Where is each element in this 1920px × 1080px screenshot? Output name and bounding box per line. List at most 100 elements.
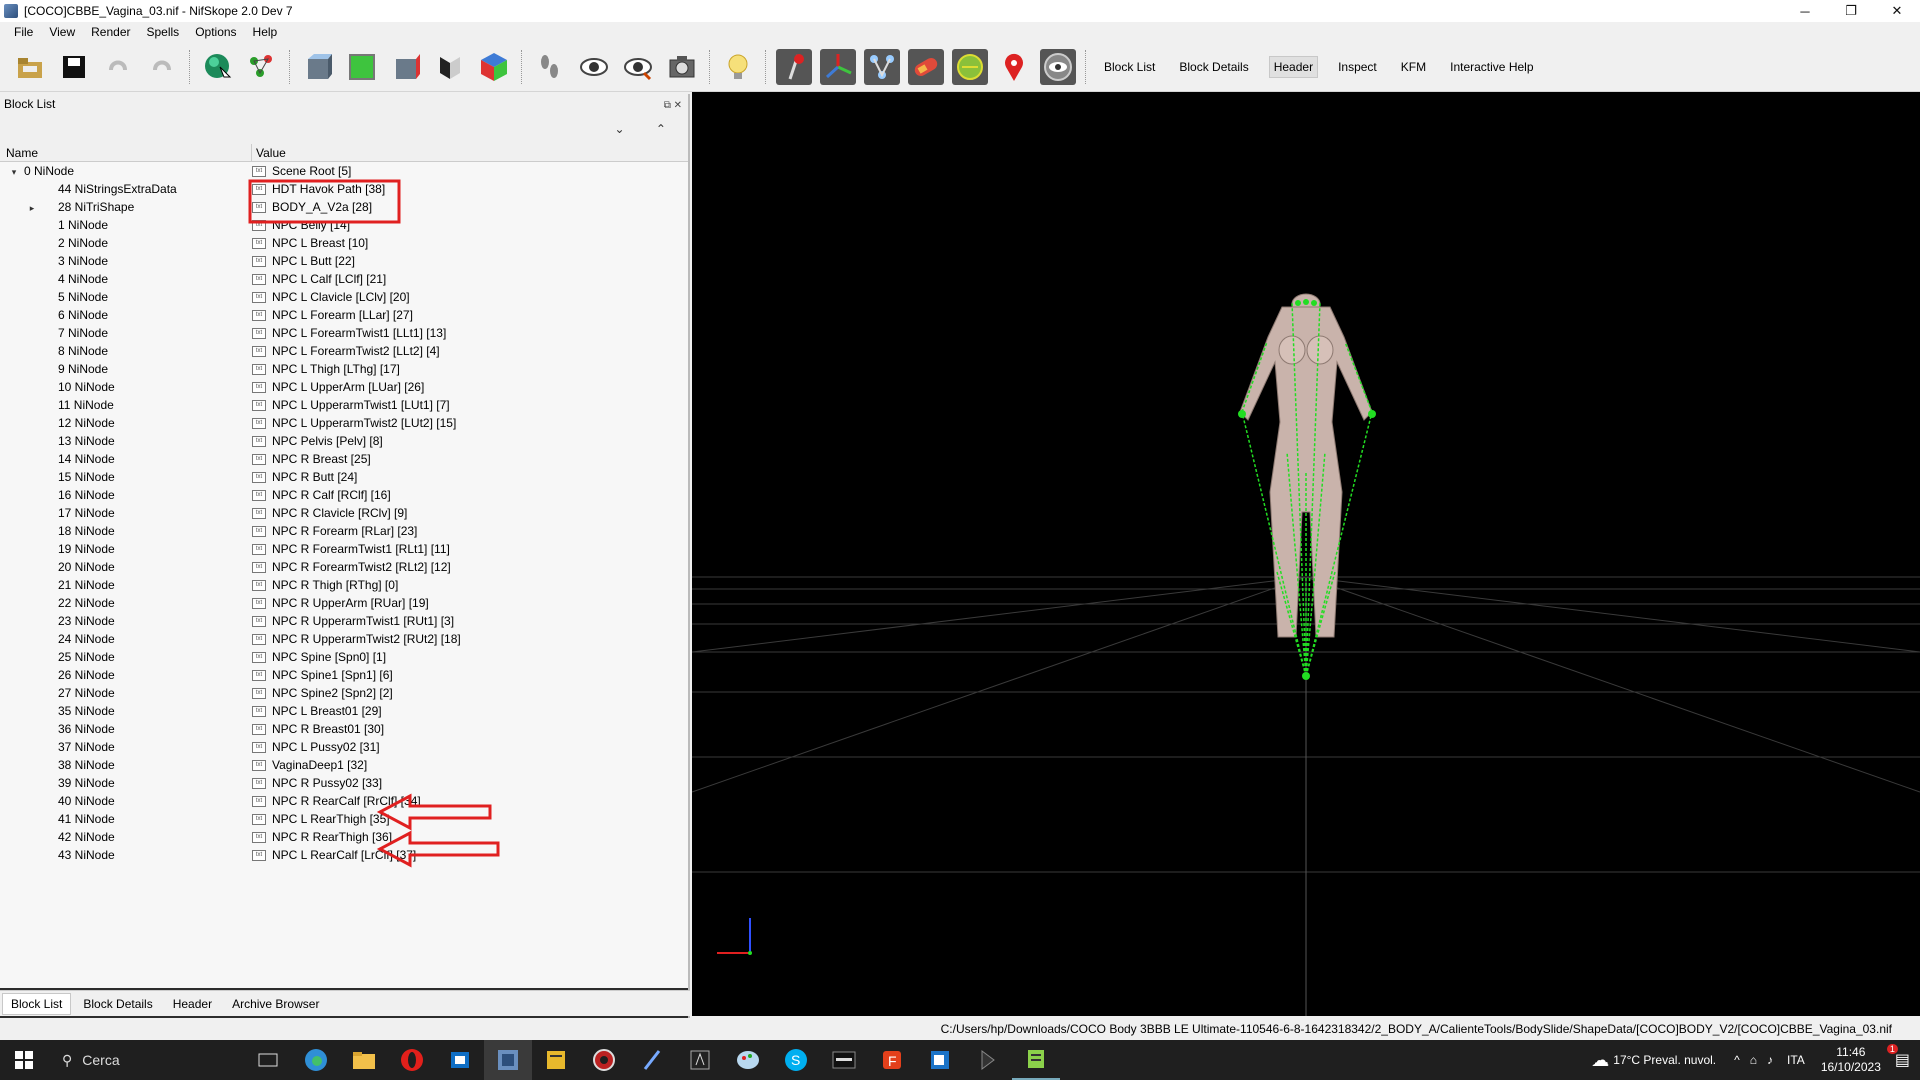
redo-icon[interactable]: [144, 49, 180, 85]
lighting-icon[interactable]: [720, 49, 756, 85]
menu-spells[interactable]: Spells: [139, 25, 188, 39]
column-header-name[interactable]: Name: [0, 144, 252, 161]
show-nodes-icon[interactable]: [776, 48, 812, 85]
outlook-app-icon[interactable]: [916, 1040, 964, 1080]
bottom-tab-block-list[interactable]: Block List: [2, 992, 72, 1015]
expand-arrow-icon[interactable]: ▾: [8, 167, 20, 178]
network-icon[interactable]: ⌂: [1750, 1053, 1757, 1067]
tree-row[interactable]: 4 NiNode txt NPC L Calf [LClf] [21]: [0, 270, 688, 288]
nifskope-taskbar-icon[interactable]: [484, 1040, 532, 1080]
tree-row[interactable]: 9 NiNode txt NPC L Thigh [LThg] [17]: [0, 360, 688, 378]
language-indicator[interactable]: ITA: [1787, 1053, 1805, 1067]
paint-app-icon[interactable]: [724, 1040, 772, 1080]
tree-row[interactable]: 43 NiNode txt NPC L RearCalf [LrClf] [37]: [0, 846, 688, 864]
tree-row[interactable]: 3 NiNode txt NPC L Butt [22]: [0, 252, 688, 270]
menu-view[interactable]: View: [41, 25, 83, 39]
bottom-tab-archive-browser[interactable]: Archive Browser: [224, 994, 327, 1014]
tree-row[interactable]: 20 NiNode txt NPC R ForearmTwist2 [RLt2] […: [0, 558, 688, 576]
skype-app-icon[interactable]: S: [772, 1040, 820, 1080]
tree-row[interactable]: 39 NiNode txt NPC R Pussy02 [33]: [0, 774, 688, 792]
bottom-tab-block-details[interactable]: Block Details: [75, 994, 160, 1014]
terminal-app-icon[interactable]: [820, 1040, 868, 1080]
select-vertex-icon[interactable]: [244, 49, 280, 85]
feather-app-icon[interactable]: [628, 1040, 676, 1080]
walk-mode-icon[interactable]: [532, 49, 568, 85]
tree-row[interactable]: 36 NiNode txt NPC R Breast01 [30]: [0, 720, 688, 738]
view-flip-icon[interactable]: [432, 49, 468, 85]
tree-row[interactable]: 8 NiNode txt NPC L ForearmTwist2 [LLt2] [4…: [0, 342, 688, 360]
menu-render[interactable]: Render: [83, 25, 138, 39]
toolbar-tab-inspect[interactable]: Inspect: [1334, 57, 1381, 77]
opera-browser-icon[interactable]: [388, 1040, 436, 1080]
dock-buttons[interactable]: ⧉ ✕: [664, 96, 682, 116]
tree-row[interactable]: 27 NiNode txt NPC Spine2 [Spn2] [2]: [0, 684, 688, 702]
tree-row[interactable]: 10 NiNode txt NPC L UpperArm [LUar] [26]: [0, 378, 688, 396]
save-file-icon[interactable]: [56, 49, 92, 85]
tree-row[interactable]: 13 NiNode txt NPC Pelvis [Pelv] [8]: [0, 432, 688, 450]
tree-row[interactable]: 26 NiNode txt NPC Spine1 [Spn1] [6]: [0, 666, 688, 684]
toolbar-tab-header[interactable]: Header: [1268, 55, 1319, 78]
select-object-icon[interactable]: [200, 49, 236, 85]
show-markers-icon[interactable]: [620, 49, 656, 85]
tree-row[interactable]: 5 NiNode txt NPC L Clavicle [LClv] [20]: [0, 288, 688, 306]
show-hidden-objects-icon[interactable]: [1040, 48, 1076, 85]
tree-row[interactable]: 35 NiNode txt NPC L Breast01 [29]: [0, 702, 688, 720]
tree-row[interactable]: 16 NiNode txt NPC R Calf [RClf] [16]: [0, 486, 688, 504]
tree-row[interactable]: 40 NiNode txt NPC R RearCalf [RrClf] [34]: [0, 792, 688, 810]
undo-icon[interactable]: [100, 49, 136, 85]
file-explorer-icon[interactable]: [340, 1040, 388, 1080]
tree-row[interactable]: 15 NiNode txt NPC R Butt [24]: [0, 468, 688, 486]
edge-browser-icon[interactable]: [292, 1040, 340, 1080]
toolbar-tab-block-details[interactable]: Block Details: [1175, 57, 1252, 77]
show-havok-icon[interactable]: [908, 48, 944, 85]
tree-row[interactable]: 22 NiNode txt NPC R UpperArm [RUar] [19]: [0, 594, 688, 612]
settings-app-icon[interactable]: [580, 1040, 628, 1080]
tree-row[interactable]: 24 NiNode txt NPC R UpperarmTwist2 [RUt2] …: [0, 630, 688, 648]
tray-overflow-icon[interactable]: ^: [1734, 1053, 1740, 1067]
view-user-icon[interactable]: [476, 49, 512, 85]
tree-row[interactable]: 42 NiNode txt NPC R RearThigh [36]: [0, 828, 688, 846]
sticky-notes-icon[interactable]: [532, 1040, 580, 1080]
menu-help[interactable]: Help: [245, 25, 286, 39]
weather-text[interactable]: 17°C Preval. nuvol.: [1613, 1053, 1716, 1067]
bottom-tab-header[interactable]: Header: [165, 994, 220, 1014]
tree-row[interactable]: 21 NiNode txt NPC R Thigh [RThg] [0]: [0, 576, 688, 594]
notification-center-icon[interactable]: ▤ 1: [1886, 1044, 1910, 1070]
tree-row[interactable]: 25 NiNode txt NPC Spine [Spn0] [1]: [0, 648, 688, 666]
expand-collapse-buttons[interactable]: ⌄ ⌃: [615, 122, 680, 136]
screenshot-icon[interactable]: [664, 49, 700, 85]
tree-row[interactable]: 6 NiNode txt NPC L Forearm [LLar] [27]: [0, 306, 688, 324]
tree-row[interactable]: 44 NiStringsExtraData txt HDT Havok Path […: [0, 180, 688, 198]
tree-row[interactable]: 38 NiNode txt VaginaDeep1 [32]: [0, 756, 688, 774]
chess-app-icon[interactable]: [676, 1040, 724, 1080]
show-markers-pin-icon[interactable]: [996, 49, 1032, 85]
tree-row[interactable]: 1 NiNode txt NPC Belly [14]: [0, 216, 688, 234]
3d-viewport[interactable]: [692, 92, 1920, 1016]
toolbar-tab-interactive-help[interactable]: Interactive Help: [1446, 57, 1537, 77]
windows-start-icon[interactable]: [0, 1040, 48, 1080]
volume-icon[interactable]: ♪: [1767, 1053, 1773, 1067]
show-skeleton-icon[interactable]: [864, 48, 900, 85]
close-button[interactable]: ✕: [1874, 0, 1920, 22]
tree-row[interactable]: 11 NiNode txt NPC L UpperarmTwist1 [LUt1] …: [0, 396, 688, 414]
tree-row[interactable]: 12 NiNode txt NPC L UpperarmTwist2 [LUt2] …: [0, 414, 688, 432]
clock[interactable]: 11:46 16/10/2023: [1821, 1045, 1881, 1075]
restore-button[interactable]: ❐: [1828, 0, 1874, 22]
show-axes-icon[interactable]: [820, 48, 856, 85]
tree-row[interactable]: 14 NiNode txt NPC R Breast [25]: [0, 450, 688, 468]
menu-file[interactable]: File: [6, 25, 41, 39]
tree-row[interactable]: ▾ 0 NiNode txt Scene Root [5]: [0, 162, 688, 180]
notepad-app-icon[interactable]: [1012, 1040, 1060, 1080]
store-app-icon[interactable]: [436, 1040, 484, 1080]
tree-row[interactable]: 17 NiNode txt NPC R Clavicle [RClv] [9]: [0, 504, 688, 522]
column-header-value[interactable]: Value: [252, 144, 688, 161]
view-side-icon[interactable]: [388, 49, 424, 85]
expand-arrow-icon[interactable]: ▸: [26, 203, 38, 214]
task-view-icon[interactable]: [244, 1040, 292, 1080]
minimize-button[interactable]: ─: [1782, 0, 1828, 22]
menu-options[interactable]: Options: [187, 25, 244, 39]
tree-row[interactable]: 23 NiNode txt NPC R UpperarmTwist1 [RUt1] …: [0, 612, 688, 630]
toolbar-tab-block-list[interactable]: Block List: [1100, 57, 1159, 77]
arrow-app-icon[interactable]: [964, 1040, 1012, 1080]
tree-row[interactable]: ▸ 28 NiTriShape txt BODY_A_V2a [28]: [0, 198, 688, 216]
